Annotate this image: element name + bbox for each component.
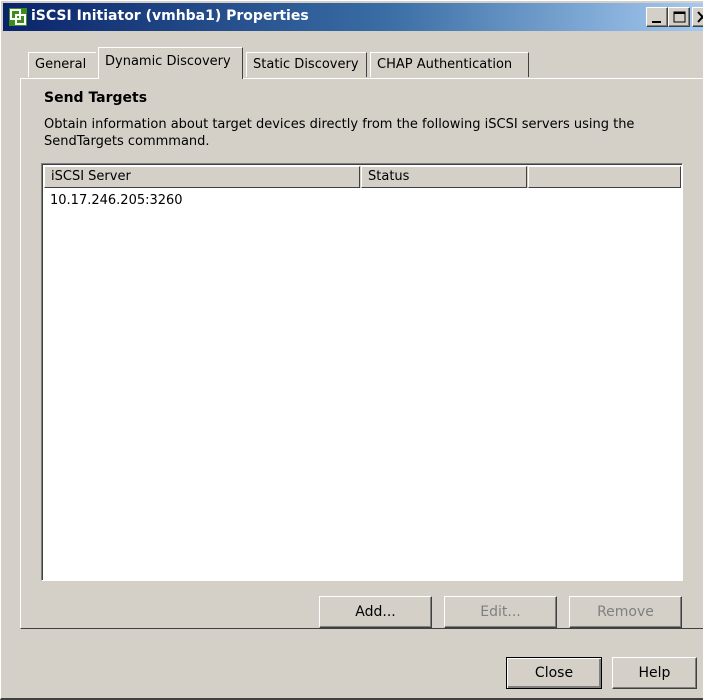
server-cell: 10.17.246.205:3260 bbox=[50, 193, 183, 208]
column-header-iscsi-server[interactable]: iSCSI Server bbox=[44, 166, 360, 188]
section-description: Obtain information about target devices … bbox=[44, 117, 635, 149]
properties-dialog: iSCSI Initiator (vmhba1) Properties Gene… bbox=[0, 0, 703, 700]
minimize-icon bbox=[652, 21, 661, 23]
close-window-button[interactable] bbox=[692, 7, 703, 27]
remove-button[interactable]: Remove bbox=[569, 596, 682, 628]
help-button[interactable]: Help bbox=[612, 657, 697, 689]
tab-static-discovery[interactable]: Static Discovery bbox=[246, 52, 367, 77]
close-button[interactable]: Close bbox=[506, 657, 602, 689]
minimize-button[interactable] bbox=[646, 7, 668, 27]
section-heading: Send Targets bbox=[44, 90, 148, 106]
window-title: iSCSI Initiator (vmhba1) Properties bbox=[31, 8, 309, 24]
close-icon bbox=[697, 11, 703, 23]
maximize-button[interactable] bbox=[668, 7, 690, 27]
app-icon bbox=[9, 8, 27, 26]
table-row[interactable]: 10.17.246.205:3260 bbox=[44, 190, 681, 212]
maximize-icon bbox=[673, 11, 686, 23]
send-targets-list[interactable]: iSCSI Server Status 10.17.246.205:3260 bbox=[41, 163, 683, 581]
tab-chap-authentication[interactable]: CHAP Authentication bbox=[370, 52, 529, 77]
tab-general[interactable]: General bbox=[28, 52, 96, 77]
edit-button[interactable]: Edit... bbox=[444, 596, 557, 628]
tab-dynamic-discovery[interactable]: Dynamic Discovery bbox=[98, 47, 243, 79]
add-button[interactable]: Add... bbox=[319, 596, 432, 628]
column-header-empty[interactable] bbox=[528, 166, 681, 188]
title-bar[interactable]: iSCSI Initiator (vmhba1) Properties bbox=[3, 3, 703, 31]
column-header-status[interactable]: Status bbox=[361, 166, 527, 188]
list-header: iSCSI Server Status bbox=[44, 166, 681, 188]
